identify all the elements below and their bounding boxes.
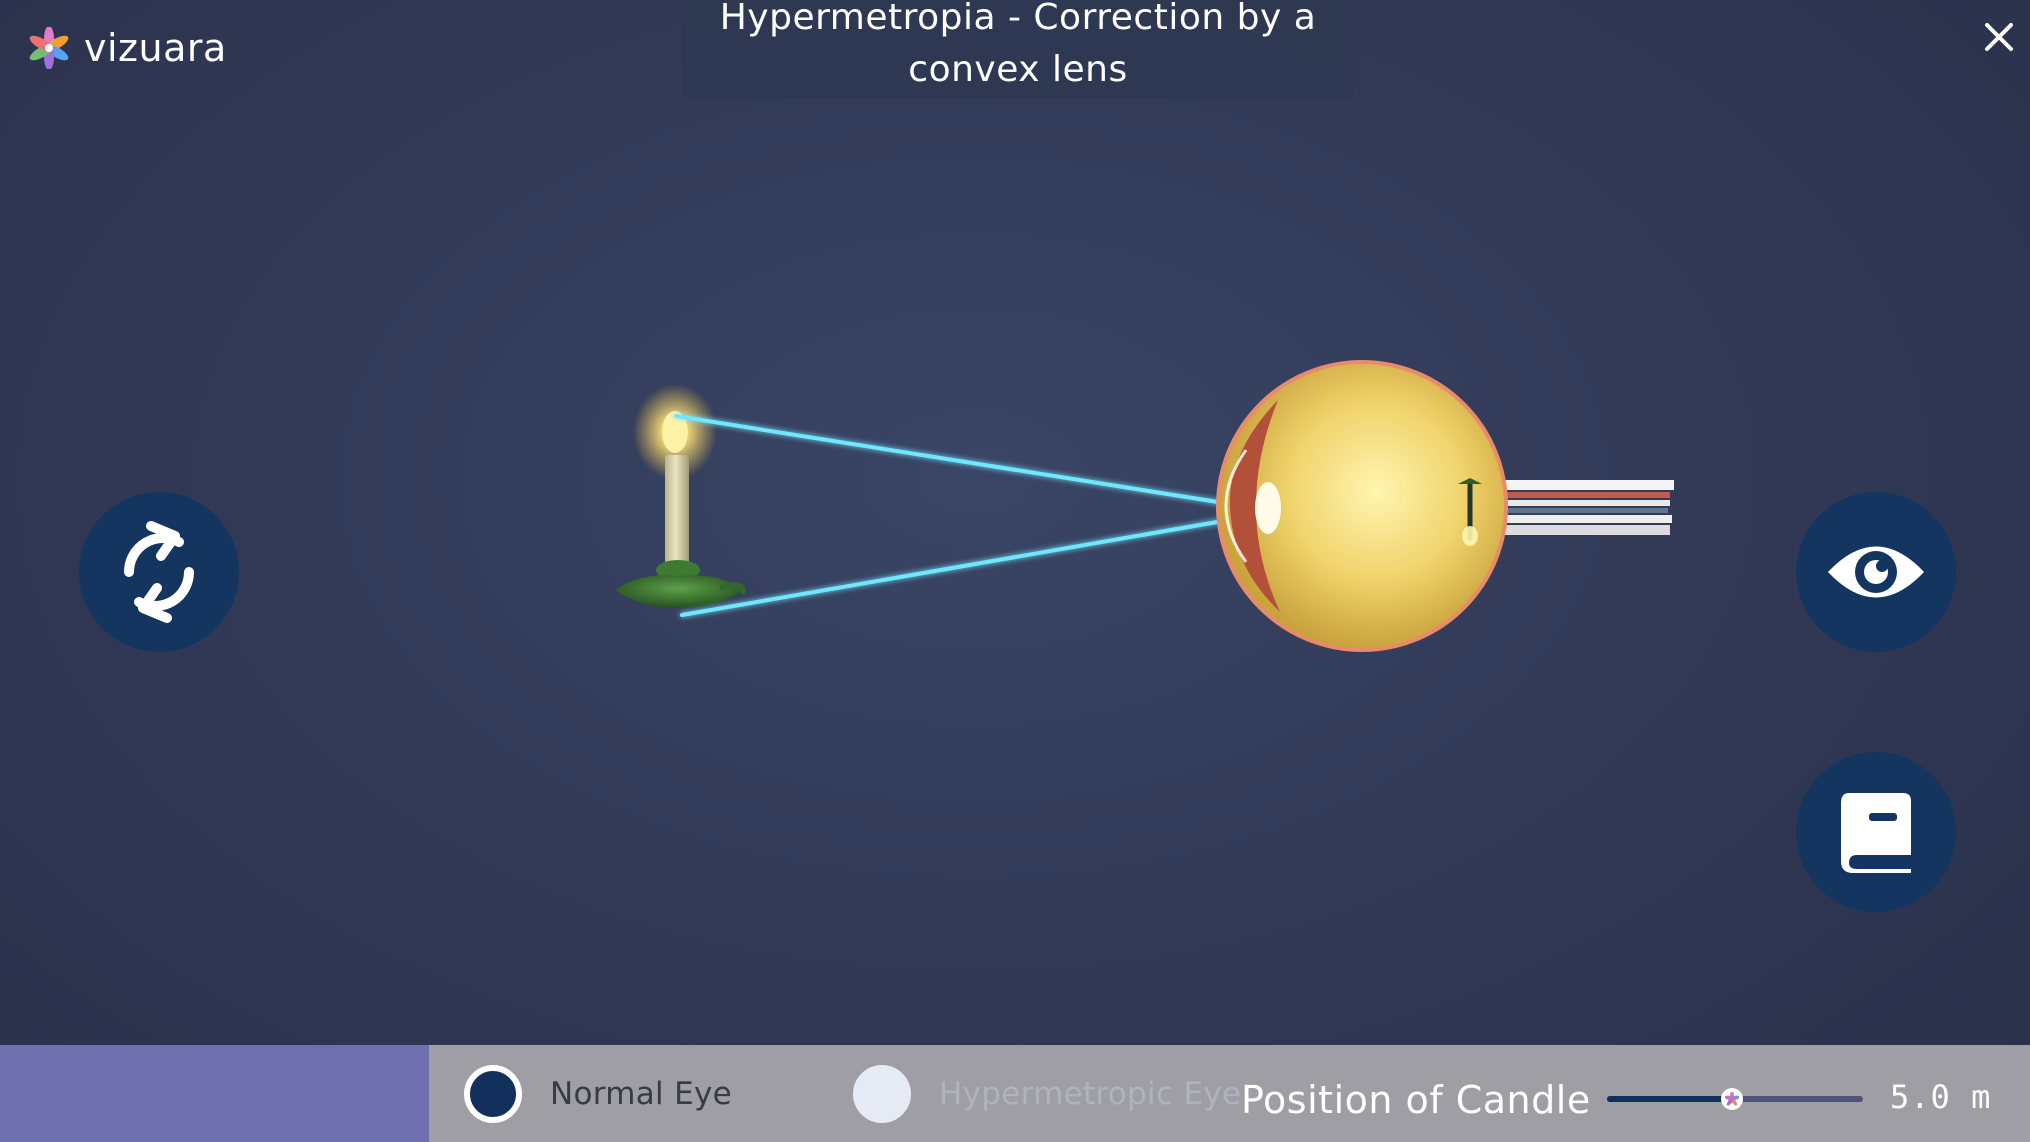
eye-icon <box>1828 546 1924 598</box>
radio-button-unselected[interactable] <box>853 1064 911 1123</box>
vizuara-flower-logo <box>29 27 69 69</box>
radio-button-selected[interactable] <box>464 1064 522 1123</box>
eye-lens <box>1255 482 1281 534</box>
close-icon <box>1985 23 2013 51</box>
slider-thumb[interactable] <box>1721 1088 1743 1110</box>
rotate-button[interactable] <box>79 492 239 652</box>
optics-scene <box>615 360 1674 652</box>
candle-position-value: 5.0 m <box>1890 1078 1992 1116</box>
flower-thumb-icon <box>1725 1092 1739 1106</box>
brand-name: vizuara <box>84 26 227 70</box>
rotate-icon <box>124 521 194 623</box>
eyeball <box>1216 360 1508 652</box>
candle-body <box>665 455 689 565</box>
optic-nerve <box>1490 480 1674 535</box>
radio-normal-eye[interactable]: Normal Eye <box>464 1045 732 1142</box>
simulation-stage: vizuara Hypermetropia - Correction by a … <box>0 0 2030 1142</box>
slider-fill <box>1607 1096 1732 1102</box>
title-panel: Hypermetropia - Correction by a convex l… <box>682 0 1354 98</box>
info-button[interactable] <box>1796 752 1956 912</box>
brand-logo: vizuara <box>28 22 227 74</box>
book-icon <box>1841 793 1911 873</box>
radio-label-normal-eye: Normal Eye <box>550 1075 733 1112</box>
bottom-left-panel <box>0 1045 429 1142</box>
close-button[interactable] <box>1976 14 2022 60</box>
candle-holder-plate <box>615 575 742 608</box>
radio-hypermetropic-eye[interactable]: Hypermetropic Eye <box>853 1045 1241 1142</box>
view-button[interactable] <box>1796 492 1956 652</box>
candle-position-label: Position of Candle <box>1241 1078 1591 1122</box>
radio-label-hypermetropic-eye: Hypermetropic Eye <box>939 1075 1242 1112</box>
page-title: Hypermetropia - Correction by a convex l… <box>719 0 1317 90</box>
candle-position-slider[interactable] <box>1607 1080 1863 1116</box>
